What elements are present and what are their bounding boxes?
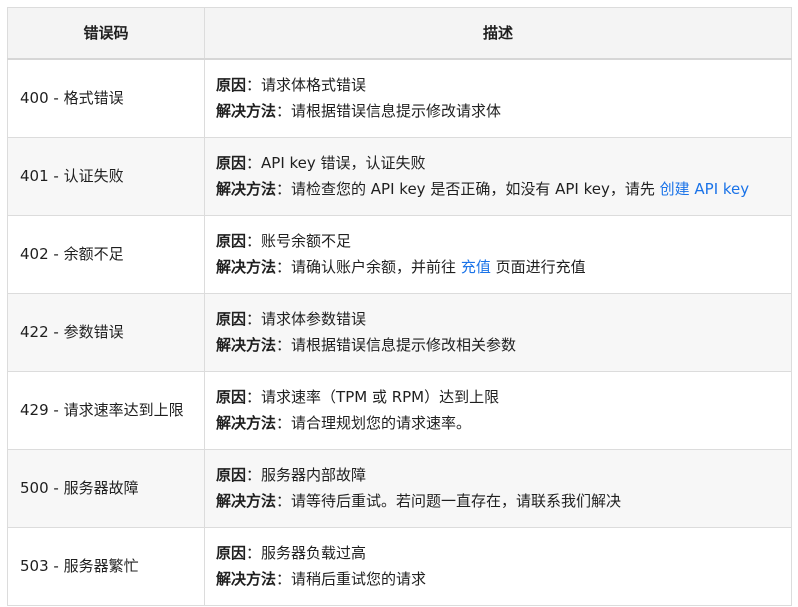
table-row: 402 - 余额不足 原因：账号余额不足 解决方法：请确认账户余额，并前往 充值 页… (7, 214, 792, 294)
solution-link[interactable]: 创建 API key (660, 180, 750, 198)
solution-text: 请检查您的 API key 是否正确，如没有 API key，请先 (291, 180, 660, 198)
description-cell: 原因：API key 错误，认证失败 解决方法：请检查您的 API key 是否正… (204, 136, 792, 216)
reason-label: 原因 (216, 310, 247, 328)
error-code-table: 错误码 描述 400 - 格式错误 原因：请求体格式错误 解决方法：请根据错误信息提… (7, 7, 792, 606)
colon: ： (276, 570, 292, 588)
table-header-row: 错误码 描述 (7, 7, 792, 60)
table-row: 500 - 服务器故障 原因：服务器内部故障 解决方法：请等待后重试。若问题一直存在… (7, 448, 792, 528)
solution-label: 解决方法 (216, 492, 277, 510)
solution-label: 解决方法 (216, 570, 277, 588)
solution-line: 解决方法：请检查您的 API key 是否正确，如没有 API key，请先 创… (216, 176, 791, 202)
solution-text: 请稍后重试您的请求 (291, 570, 427, 588)
header-description: 描述 (204, 7, 792, 60)
reason-line: 原因：请求体格式错误 (216, 72, 791, 98)
solution-text-after: 页面进行充值 (490, 258, 586, 276)
table-row: 503 - 服务器繁忙 原因：服务器负载过高 解决方法：请稍后重试您的请求 (7, 526, 792, 606)
solution-line: 解决方法：请根据错误信息提示修改相关参数 (216, 332, 791, 358)
description-cell: 原因：请求速率（TPM 或 RPM）达到上限 解决方法：请合理规划您的请求速率。 (204, 370, 792, 450)
solution-line: 解决方法：请确认账户余额，并前往 充值 页面进行充值 (216, 254, 791, 280)
error-code-cell: 422 - 参数错误 (7, 292, 205, 372)
description-cell: 原因：服务器负载过高 解决方法：请稍后重试您的请求 (204, 526, 792, 606)
table-row: 401 - 认证失败 原因：API key 错误，认证失败 解决方法：请检查您的 A… (7, 136, 792, 216)
colon: ： (246, 466, 262, 484)
solution-label: 解决方法 (216, 336, 277, 354)
reason-text: 请求速率（TPM 或 RPM）达到上限 (261, 388, 500, 406)
reason-label: 原因 (216, 76, 247, 95)
error-code-cell: 402 - 余额不足 (7, 214, 205, 294)
solution-text: 请根据错误信息提示修改请求体 (291, 102, 502, 121)
reason-label: 原因 (216, 388, 247, 406)
reason-line: 原因：请求体参数错误 (216, 306, 791, 332)
reason-label: 原因 (216, 544, 247, 562)
reason-text: 服务器内部故障 (261, 466, 367, 484)
solution-text: 请根据错误信息提示修改相关参数 (291, 336, 517, 354)
error-code-cell: 500 - 服务器故障 (7, 448, 205, 528)
reason-text: 账号余额不足 (261, 232, 352, 250)
header-error-code: 错误码 (7, 7, 205, 60)
description-cell: 原因：请求体参数错误 解决方法：请根据错误信息提示修改相关参数 (204, 292, 792, 372)
reason-text: 请求体参数错误 (261, 310, 367, 328)
solution-text: 请合理规划您的请求速率。 (291, 414, 472, 432)
solution-label: 解决方法 (216, 258, 277, 276)
reason-line: 原因：服务器负载过高 (216, 540, 791, 566)
reason-line: 原因：请求速率（TPM 或 RPM）达到上限 (216, 384, 791, 410)
colon: ： (246, 154, 262, 172)
solution-line: 解决方法：请合理规划您的请求速率。 (216, 410, 791, 436)
reason-text: 请求体格式错误 (261, 76, 367, 95)
colon: ： (276, 102, 292, 121)
colon: ： (276, 414, 292, 432)
reason-label: 原因 (216, 154, 247, 172)
reason-line: 原因：API key 错误，认证失败 (216, 150, 791, 176)
error-code-cell: 503 - 服务器繁忙 (7, 526, 205, 606)
reason-text: API key 错误，认证失败 (261, 154, 426, 172)
solution-line: 解决方法：请稍后重试您的请求 (216, 566, 791, 592)
table-row: 429 - 请求速率达到上限 原因：请求速率（TPM 或 RPM）达到上限 解决方法… (7, 370, 792, 450)
solution-label: 解决方法 (216, 414, 277, 432)
solution-label: 解决方法 (216, 102, 277, 121)
error-code-cell: 400 - 格式错误 (7, 58, 205, 138)
reason-line: 原因：服务器内部故障 (216, 462, 791, 488)
table-row: 422 - 参数错误 原因：请求体参数错误 解决方法：请根据错误信息提示修改相关参数 (7, 292, 792, 372)
solution-text: 请等待后重试。若问题一直存在，请联系我们解决 (291, 492, 622, 510)
colon: ： (246, 232, 262, 250)
solution-line: 解决方法：请等待后重试。若问题一直存在，请联系我们解决 (216, 488, 791, 514)
colon: ： (276, 336, 292, 354)
colon: ： (246, 76, 262, 95)
colon: ： (276, 258, 292, 276)
solution-line: 解决方法：请根据错误信息提示修改请求体 (216, 98, 791, 124)
reason-label: 原因 (216, 466, 247, 484)
description-cell: 原因：服务器内部故障 解决方法：请等待后重试。若问题一直存在，请联系我们解决 (204, 448, 792, 528)
solution-text: 请确认账户余额，并前往 (291, 258, 461, 276)
solution-label: 解决方法 (216, 180, 277, 198)
table-row: 400 - 格式错误 原因：请求体格式错误 解决方法：请根据错误信息提示修改请求体 (7, 58, 792, 138)
colon: ： (246, 388, 262, 406)
colon: ： (276, 492, 292, 510)
colon: ： (246, 544, 262, 562)
colon: ： (276, 180, 292, 198)
colon: ： (246, 310, 262, 328)
error-code-table-container: 错误码 描述 400 - 格式错误 原因：请求体格式错误 解决方法：请根据错误信息提… (7, 7, 792, 606)
description-cell: 原因：请求体格式错误 解决方法：请根据错误信息提示修改请求体 (204, 58, 792, 138)
error-code-cell: 429 - 请求速率达到上限 (7, 370, 205, 450)
solution-link[interactable]: 充值 (461, 258, 491, 276)
reason-label: 原因 (216, 232, 247, 250)
reason-text: 服务器负载过高 (261, 544, 367, 562)
description-cell: 原因：账号余额不足 解决方法：请确认账户余额，并前往 充值 页面进行充值 (204, 214, 792, 294)
error-code-cell: 401 - 认证失败 (7, 136, 205, 216)
reason-line: 原因：账号余额不足 (216, 228, 791, 254)
